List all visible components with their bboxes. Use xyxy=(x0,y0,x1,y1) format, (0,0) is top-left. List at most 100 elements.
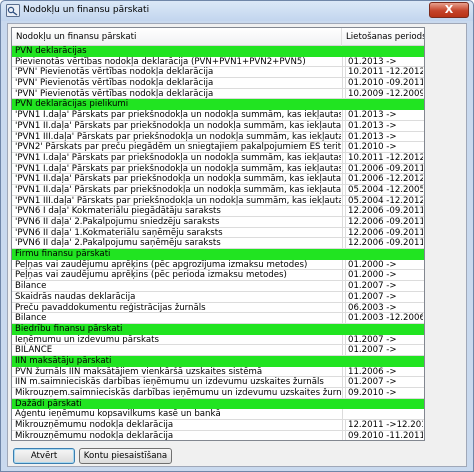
table-row[interactable]: Skaidrās naudas deklarācija 01.2007 -> xyxy=(12,291,424,303)
title-bar[interactable]: Nodokļu un finansu pārskati X xyxy=(1,1,473,21)
table-row[interactable]: Mikrouzņēmumu nodokļa deklarācija 09.2010… xyxy=(12,430,424,440)
table-row[interactable]: 'PVN1 I.daļa' Pārskats par priekšnodokļa… xyxy=(12,163,424,175)
usage-period: 01.2007 -> xyxy=(345,291,423,303)
account-binding-button[interactable]: Kontu piesaistīšana xyxy=(79,448,172,464)
report-name: Skaidrās naudas deklarācija xyxy=(15,291,136,302)
table-row[interactable]: 'PVN' Pievienotās vērtības nodokļa dekla… xyxy=(12,67,424,79)
group-header-row[interactable]: Firmu finansu pārskati xyxy=(12,249,424,260)
report-name: 'PVN1 I.daļa' Pārskats par priekšnodokļa… xyxy=(15,110,341,121)
table-row[interactable]: 'PVN1 II.daļa' Pārskats par priekšnodokļ… xyxy=(12,184,424,196)
app-icon xyxy=(6,4,20,17)
table-row[interactable]: BILANCE 01.2007 -> xyxy=(12,345,424,356)
table-row[interactable]: 'PVN1 I.daļa' Pārskats par priekšnodokļa… xyxy=(12,110,424,121)
usage-period: 05.2004 -12.2012. xyxy=(345,195,423,207)
group-label: Firmu finansu pārskati xyxy=(15,249,111,260)
table-row[interactable]: 'PVN6 II daļa' 2.Pakalpojumu sniedzēju s… xyxy=(12,217,424,228)
table-row[interactable]: 'PVN1 II.daļa' Pārskats par priekšnodokļ… xyxy=(12,174,424,185)
table-row[interactable]: Ieņēmumu un izdevumu pārskats 01.2007 -> xyxy=(12,334,424,346)
usage-period: 01.2000 -> xyxy=(345,270,423,282)
column-header-report[interactable]: Nodokļu un finansu pārskati xyxy=(12,28,342,46)
usage-period: 01.2007 -> xyxy=(345,281,423,292)
report-name: 'PVN1 II.daļa' Pārskats par priekšnodokļ… xyxy=(15,184,341,195)
report-name: 'PVN6 I daļa' Kokmateriālu piegādātāju s… xyxy=(15,206,221,217)
table-row[interactable]: Pievienotās vērtības nodokļa deklarācija… xyxy=(12,56,424,68)
report-name: Mikrouzņēmumu nodokļa deklarācija xyxy=(15,420,174,431)
table-row[interactable]: Peļņas vai zaudējumu aprēķins (pēc perio… xyxy=(12,270,424,282)
report-name: Pievienotās vērtības nodokļa deklarācija… xyxy=(15,56,306,67)
report-name: BILANCE xyxy=(15,345,53,356)
report-name: 'PVN1 III.daļa' Pārskats par priekšnodok… xyxy=(15,195,341,206)
report-name: Bilance xyxy=(15,281,47,292)
usage-period: 09.2010 -> xyxy=(345,388,423,399)
report-name: 'PVN1 II.daļa' Pārskats par priekšnodokļ… xyxy=(15,120,341,131)
report-name: 'PVN1 II.daļa' Pārskats par priekšnodokļ… xyxy=(15,174,341,185)
close-window-button[interactable]: X xyxy=(429,2,469,18)
table-row[interactable]: IIN m.saimnieciskās darbības ieņēmumu un… xyxy=(12,377,424,389)
usage-period: 01.2003 -12.2006 xyxy=(345,313,423,324)
usage-period: 06.2003 -> xyxy=(345,302,423,314)
usage-period: 01.2010 -> xyxy=(345,142,423,153)
table-row[interactable]: 'PVN1 III.daļa' Pārskats par priekšnodok… xyxy=(12,195,424,207)
table-row[interactable]: 'PVN' Pievienotās vērtības nodokļa dekla… xyxy=(12,88,424,100)
report-name: Peļņas vai zaudējumu aprēķins (pēc perio… xyxy=(15,270,287,281)
usage-period: 09.2010 -11.2011. xyxy=(345,430,423,440)
usage-period: 01.2006 -12.2012. xyxy=(345,174,423,185)
usage-period: 10.2011 -12.2012. xyxy=(345,67,423,79)
report-name: 'PVN6 II daļa' 2.Pakalpojumu saņēmēju sa… xyxy=(15,238,221,249)
report-name: 'PVN2' Pārskats par preču piegādēm un sn… xyxy=(15,142,341,153)
report-name: Preču pavaddokumentu reģistrācijas žurnā… xyxy=(15,302,206,313)
usage-period: 01.2013 -> xyxy=(345,110,423,121)
report-list[interactable]: Nodokļu un finansu pārskati Lietošanas p… xyxy=(11,27,425,441)
table-row[interactable]: Mikrouzņēmumu nodokļa deklarācija 12.2011… xyxy=(12,420,424,431)
table-row[interactable]: 'PVN1 I.daļa' Pārskats par priekšnodokļa… xyxy=(12,152,424,164)
report-name: 'PVN1 III.daļa' Pārskats par priekšnodok… xyxy=(15,131,341,142)
table-row[interactable]: 'PVN1 III.daļa' Pārskats par priekšnodok… xyxy=(12,131,424,143)
report-name: 'PVN' Pievienotās vērtības nodokļa dekla… xyxy=(15,78,214,89)
group-header-row[interactable]: PVN deklarācijas pielikumi xyxy=(12,99,424,111)
report-name: Mikrouzņem.saimnieciskās darbības ieņēmu… xyxy=(15,388,341,398)
group-header-row[interactable]: Dažādi pārskati xyxy=(12,398,424,410)
report-name: PVN žurnāls IIN maksātājiem vienkāršā uz… xyxy=(15,366,263,377)
table-row[interactable]: 'PVN6 I daļa' Kokmateriālu piegādātāju s… xyxy=(12,206,424,218)
column-header-period[interactable]: Lietošanas periods xyxy=(342,28,424,46)
usage-period: 01.2007 -> xyxy=(345,377,423,389)
usage-period: 12.2006 -09.2011. xyxy=(345,238,423,250)
table-row[interactable]: Peļņas vai zaudējumu aprēķins (pēc apgro… xyxy=(12,259,424,271)
table-row[interactable]: Bilance 01.2007 -> xyxy=(12,281,424,292)
client-area: Nodokļu un finansu pārskati Lietošanas p… xyxy=(7,23,467,467)
usage-period: 01.2000 -> xyxy=(345,259,423,271)
report-name: Ieņēmumu un izdevumu pārskats xyxy=(15,334,159,345)
open-button[interactable]: Atvērt xyxy=(13,448,75,464)
group-header-row[interactable]: Biedrību finansu pārskati xyxy=(12,323,424,335)
report-name: Bilance xyxy=(15,313,47,324)
report-name: IIN m.saimnieciskās darbības ieņēmumu un… xyxy=(15,377,324,388)
report-name: 'PVN' Pievienotās vērtības nodokļa dekla… xyxy=(15,67,214,78)
group-header-row[interactable]: PVN deklarācijas xyxy=(12,46,424,57)
usage-period: 12.2006 -09.2011. xyxy=(345,206,423,218)
usage-period: 01.2013 -> xyxy=(345,120,423,132)
table-row[interactable]: 'PVN2' Pārskats par preču piegādēm un sn… xyxy=(12,142,424,153)
window-title: Nodokļu un finansu pārskati xyxy=(23,5,150,15)
report-name: Aģentu ieņēmumu kopsavilkums kasē un ban… xyxy=(15,409,221,420)
usage-period: 10.2009 -12.2009. xyxy=(345,88,423,100)
table-row[interactable]: Preču pavaddokumentu reģistrācijas žurnā… xyxy=(12,302,424,314)
report-name: 'PVN1 I.daļa' Pārskats par priekšnodokļa… xyxy=(15,163,341,174)
table-row[interactable]: 'PVN1 II.daļa' Pārskats par priekšnodokļ… xyxy=(12,120,424,132)
table-row[interactable]: Aģentu ieņēmumu kopsavilkums kasē un ban… xyxy=(12,409,424,421)
usage-period: 12.2011 ->12.2015. xyxy=(345,420,423,431)
table-row[interactable]: 'PVN6 II daļa' 2.Pakalpojumu saņēmēju sa… xyxy=(12,238,424,250)
table-row[interactable]: Bilance 01.2003 -12.2006 xyxy=(12,313,424,324)
table-row[interactable]: Mikrouzņem.saimnieciskās darbības ieņēmu… xyxy=(12,388,424,399)
usage-period: 12.2006 -09.2011. xyxy=(345,217,423,228)
close-icon: X xyxy=(444,3,454,16)
report-name: 'PVN6 II daļa' 1.Kokmateriālu saņēmēju s… xyxy=(15,227,223,238)
group-label: IIN maksātāju pārskati xyxy=(15,355,112,366)
table-row[interactable]: 'PVN6 II daļa' 1.Kokmateriālu saņēmēju s… xyxy=(12,227,424,239)
table-row[interactable]: PVN žurnāls IIN maksātājiem vienkāršā uz… xyxy=(12,366,424,378)
group-label: PVN deklarācijas pielikumi xyxy=(15,99,129,110)
group-header-row[interactable]: IIN maksātāju pārskati xyxy=(12,355,424,367)
report-name: 'PVN' Pievienotās vērtības nodokļa dekla… xyxy=(15,88,214,99)
table-row[interactable]: 'PVN' Pievienotās vērtības nodokļa dekla… xyxy=(12,78,424,89)
usage-period: 01.2013 -> xyxy=(345,56,423,68)
report-name: 'PVN6 II daļa' 2.Pakalpojumu sniedzēju s… xyxy=(15,217,220,227)
